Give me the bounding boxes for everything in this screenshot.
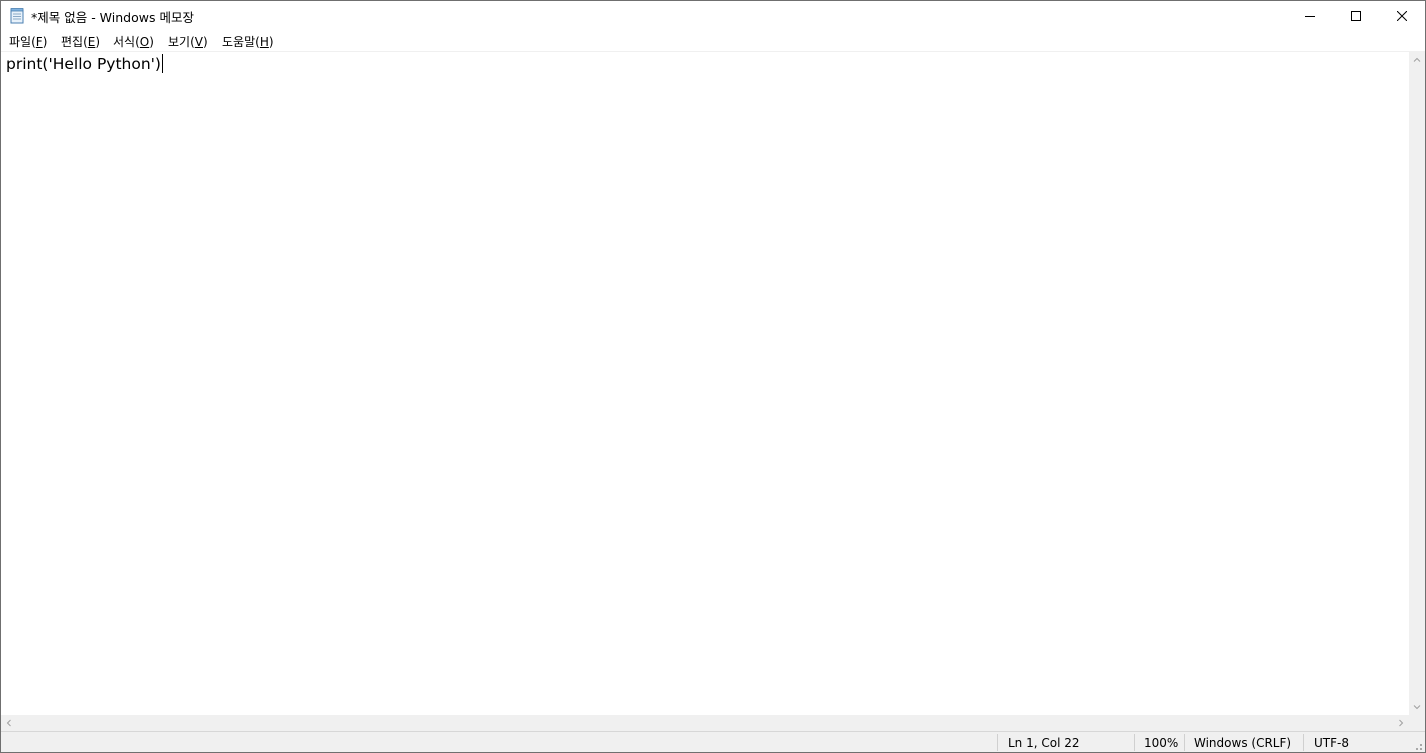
editor-text: print('Hello Python') xyxy=(6,55,161,73)
menu-view-key: V xyxy=(194,35,203,49)
scroll-down-button[interactable] xyxy=(1409,699,1425,715)
menu-format-key: O xyxy=(139,35,150,49)
minimize-button[interactable] xyxy=(1287,1,1333,31)
scrollbar-corner xyxy=(1409,715,1425,731)
chevron-left-icon xyxy=(6,719,11,727)
menu-file-key: F xyxy=(35,35,43,49)
scroll-left-button[interactable] xyxy=(1,715,17,731)
status-zoom: 100% xyxy=(1144,736,1179,750)
notepad-window: *제목 없음 - Windows 메모장 파일(F) 편집(E) 서식(O) 보… xyxy=(0,0,1426,753)
status-bar: Ln 1, Col 22 100% Windows (CRLF) UTF-8 xyxy=(1,731,1425,752)
horizontal-scrollbar[interactable] xyxy=(1,715,1409,731)
menu-edit-key: E xyxy=(87,35,96,49)
menu-help-label: 도움말 xyxy=(222,35,256,49)
close-button[interactable] xyxy=(1379,1,1425,31)
resize-grip-icon[interactable] xyxy=(1411,740,1423,752)
menu-file[interactable]: 파일(F) xyxy=(9,33,47,50)
menu-edit-label: 편집 xyxy=(61,35,84,49)
text-editor[interactable]: print('Hello Python') xyxy=(1,52,1409,715)
close-icon xyxy=(1397,11,1407,21)
status-divider xyxy=(997,734,998,751)
text-caret xyxy=(161,54,163,73)
maximize-icon xyxy=(1351,11,1361,21)
menu-file-label: 파일 xyxy=(9,35,32,49)
status-divider xyxy=(1134,734,1135,751)
menu-help[interactable]: 도움말(H) xyxy=(222,33,274,50)
menu-edit[interactable]: 편집(E) xyxy=(61,33,100,50)
menu-view[interactable]: 보기(V) xyxy=(168,33,208,50)
chevron-right-icon xyxy=(1399,719,1404,727)
menu-format-label: 서식 xyxy=(113,35,136,49)
minimize-icon xyxy=(1305,16,1315,17)
editor-content[interactable]: print('Hello Python') xyxy=(6,54,163,73)
menu-format[interactable]: 서식(O) xyxy=(113,33,154,50)
menu-view-label: 보기 xyxy=(168,35,191,49)
chevron-up-icon xyxy=(1413,57,1421,62)
scroll-up-button[interactable] xyxy=(1409,52,1425,68)
scroll-right-button[interactable] xyxy=(1393,715,1409,731)
menu-help-key: H xyxy=(259,35,269,49)
window-title: *제목 없음 - Windows 메모장 xyxy=(31,10,194,25)
vertical-scrollbar[interactable] xyxy=(1409,52,1425,715)
status-divider xyxy=(1184,734,1185,751)
title-bar[interactable]: *제목 없음 - Windows 메모장 xyxy=(1,1,1425,31)
status-position: Ln 1, Col 22 xyxy=(1008,736,1080,750)
maximize-button[interactable] xyxy=(1333,1,1379,31)
status-line-ending: Windows (CRLF) xyxy=(1194,736,1292,750)
notepad-icon xyxy=(10,8,24,24)
chevron-down-icon xyxy=(1413,705,1421,710)
menu-bar: 파일(F) 편집(E) 서식(O) 보기(V) 도움말(H) xyxy=(1,31,1425,52)
status-divider xyxy=(1303,734,1304,751)
status-encoding: UTF-8 xyxy=(1314,736,1349,750)
